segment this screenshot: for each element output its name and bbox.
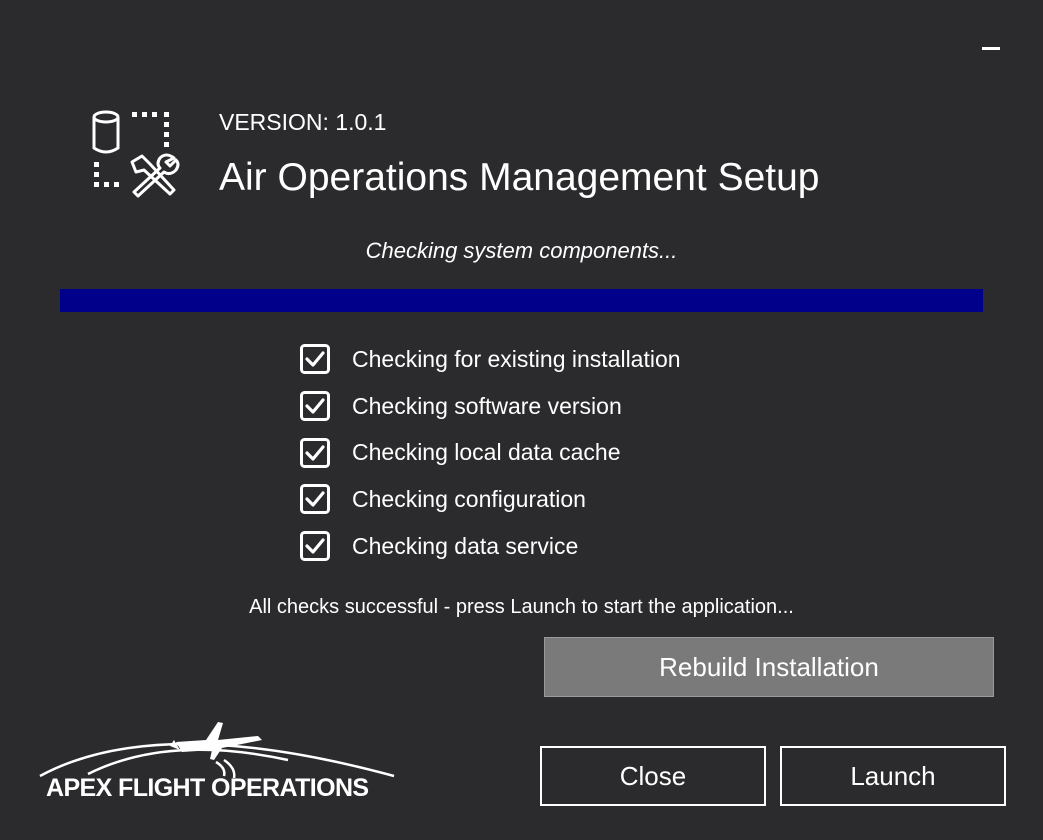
checklist-item-label: Checking configuration bbox=[352, 485, 586, 512]
checklist: Checking for existing installation Checki… bbox=[300, 336, 681, 569]
page-title: Air Operations Management Setup bbox=[219, 156, 820, 199]
minimize-icon bbox=[982, 47, 1000, 50]
progress-fill bbox=[60, 289, 983, 312]
checkbox-checked-icon bbox=[300, 391, 330, 422]
checklist-item: Checking for existing installation bbox=[300, 336, 681, 383]
rebuild-installation-button[interactable]: Rebuild Installation bbox=[544, 637, 994, 697]
checklist-item: Checking data service bbox=[300, 523, 681, 570]
database-tools-icon bbox=[84, 104, 184, 204]
checkbox-checked-icon bbox=[300, 531, 330, 562]
version-label: VERSION: 1.0.1 bbox=[219, 109, 387, 135]
launch-button[interactable]: Launch bbox=[780, 746, 1006, 806]
checkbox-checked-icon bbox=[300, 344, 330, 375]
status-text: Checking system components... bbox=[365, 238, 678, 263]
logo-text: APEX FLIGHT OPERATIONS bbox=[46, 774, 369, 802]
checklist-item: Checking local data cache bbox=[300, 429, 681, 476]
progress-bar bbox=[60, 289, 983, 312]
checkbox-checked-icon bbox=[300, 437, 330, 468]
close-button[interactable]: Close bbox=[540, 746, 766, 806]
checklist-item: Checking software version bbox=[300, 383, 681, 430]
checklist-item-label: Checking software version bbox=[352, 392, 622, 419]
checklist-item-label: Checking data service bbox=[352, 532, 579, 559]
setup-window: VERSION: 1.0.1 Air Operations Management… bbox=[0, 0, 1043, 840]
status-message: All checks successful - press Launch to … bbox=[249, 596, 794, 618]
checklist-item-label: Checking for existing installation bbox=[352, 345, 681, 372]
checklist-item: Checking configuration bbox=[300, 476, 681, 523]
checkbox-checked-icon bbox=[300, 484, 330, 515]
minimize-button[interactable] bbox=[978, 34, 1006, 58]
checklist-item-label: Checking local data cache bbox=[352, 439, 621, 466]
